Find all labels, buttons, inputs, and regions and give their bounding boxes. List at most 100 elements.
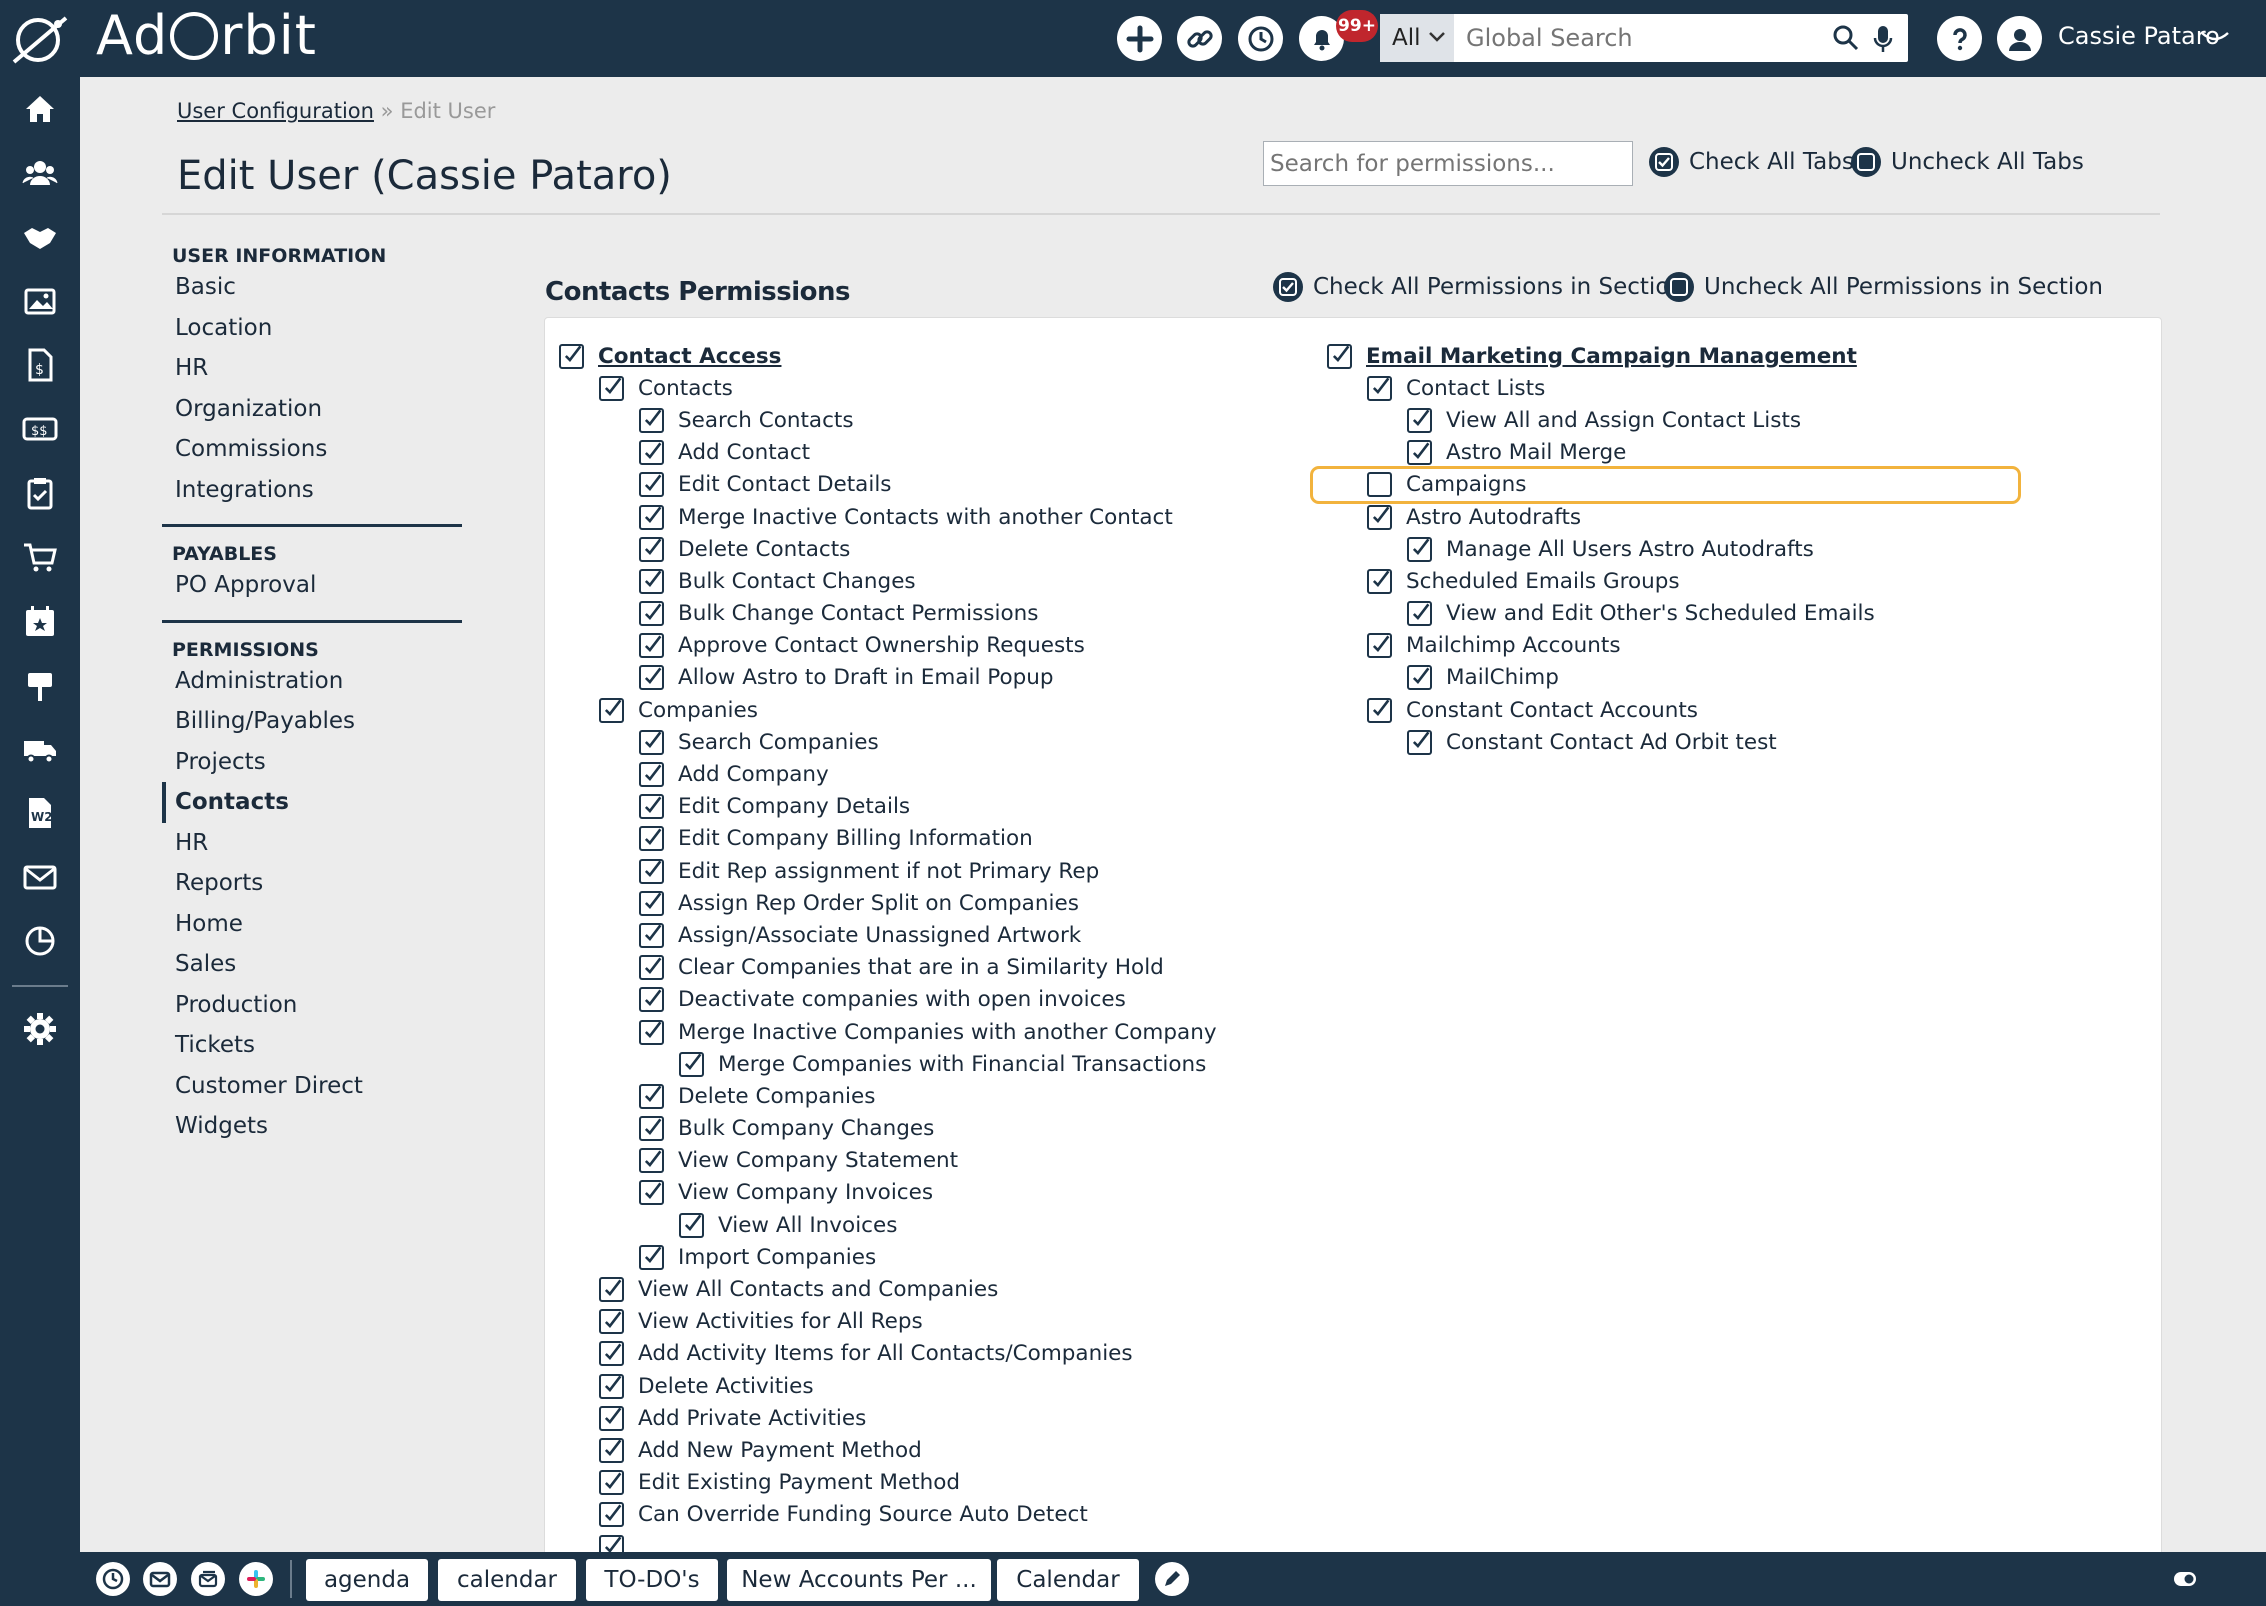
clipboard-icon[interactable] xyxy=(22,475,58,511)
permission-label[interactable]: Bulk Change Contact Permissions xyxy=(678,601,1038,626)
taskbar-tab-todos[interactable]: TO-DO's xyxy=(586,1559,718,1601)
permission-label[interactable]: Bulk Contact Changes xyxy=(678,569,916,594)
permission-label[interactable]: Merge Inactive Contacts with another Con… xyxy=(678,505,1173,530)
gear-icon[interactable] xyxy=(22,1011,58,1047)
permission-checkbox[interactable] xyxy=(599,1502,624,1528)
permission-label[interactable]: View and Edit Other's Scheduled Emails xyxy=(1446,601,1875,626)
permission-checkbox[interactable] xyxy=(1407,601,1432,627)
subnav-item-hr[interactable]: HR xyxy=(162,823,462,864)
w2-form-icon[interactable]: W2 xyxy=(22,795,58,831)
permission-checkbox[interactable] xyxy=(599,1470,624,1496)
permission-checkbox[interactable] xyxy=(639,922,664,948)
permission-checkbox[interactable] xyxy=(639,955,664,981)
permission-checkbox[interactable] xyxy=(599,375,624,401)
microphone-icon[interactable] xyxy=(1872,24,1894,54)
permission-label[interactable]: Add Company xyxy=(678,762,829,787)
permission-checkbox[interactable] xyxy=(1367,504,1392,530)
permission-label[interactable]: Allow Astro to Draft in Email Popup xyxy=(678,665,1054,690)
permission-checkbox[interactable] xyxy=(1367,568,1392,594)
permission-checkbox[interactable] xyxy=(1367,472,1392,498)
permission-label[interactable]: Edit Rep assignment if not Primary Rep xyxy=(678,859,1099,884)
subnav-item-location[interactable]: Location xyxy=(162,308,462,349)
permission-label[interactable]: Manage All Users Astro Autodrafts xyxy=(1446,537,1814,562)
user-name[interactable]: Cassie Pataro xyxy=(2058,22,2220,50)
permission-label[interactable]: Companies xyxy=(638,698,758,723)
permission-label[interactable]: Bulk Company Changes xyxy=(678,1116,934,1141)
permission-label[interactable]: Deactivate companies with open invoices xyxy=(678,987,1126,1012)
permission-label[interactable]: Delete Contacts xyxy=(678,537,850,562)
permission-checkbox[interactable] xyxy=(639,633,664,659)
permission-label[interactable]: Astro Autodrafts xyxy=(1406,505,1581,530)
taskbar-toggle-button[interactable] xyxy=(2168,1562,2202,1596)
subnav-item-customer-direct[interactable]: Customer Direct xyxy=(162,1066,462,1107)
permission-checkbox[interactable] xyxy=(1407,536,1432,562)
subnav-item-organization[interactable]: Organization xyxy=(162,389,462,430)
taskbar-tab-agenda[interactable]: agenda xyxy=(306,1559,428,1601)
permission-label[interactable]: Astro Mail Merge xyxy=(1446,440,1626,465)
permission-label[interactable]: Scheduled Emails Groups xyxy=(1406,569,1680,594)
search-icon[interactable] xyxy=(1832,24,1860,52)
permission-label[interactable]: Edit Company Billing Information xyxy=(678,826,1033,851)
permission-checkbox[interactable] xyxy=(1367,375,1392,401)
permission-label[interactable]: Add Private Activities xyxy=(638,1406,866,1431)
permission-label[interactable]: Merge Companies with Financial Transacti… xyxy=(718,1052,1206,1077)
mail-icon[interactable] xyxy=(22,859,58,895)
permission-label[interactable]: View All and Assign Contact Lists xyxy=(1446,408,1801,433)
permission-checkbox[interactable] xyxy=(1407,729,1432,755)
permission-label[interactable]: Campaigns xyxy=(1406,472,1526,497)
search-scope-select[interactable]: All xyxy=(1380,14,1454,62)
permission-checkbox[interactable] xyxy=(599,697,624,723)
permission-label[interactable]: View Company Statement xyxy=(678,1148,958,1173)
permission-checkbox[interactable] xyxy=(639,794,664,820)
contacts-icon[interactable] xyxy=(22,155,58,191)
permission-checkbox[interactable] xyxy=(599,1373,624,1399)
permission-label[interactable]: Search Contacts xyxy=(678,408,854,433)
permission-label[interactable]: Contact Access xyxy=(598,344,781,369)
permission-label[interactable]: Edit Contact Details xyxy=(678,472,892,497)
calendar-icon[interactable] xyxy=(22,603,58,639)
links-button[interactable] xyxy=(1177,16,1222,61)
user-avatar[interactable] xyxy=(1997,16,2042,61)
subnav-item-basic[interactable]: Basic xyxy=(162,267,462,308)
permission-checkbox[interactable] xyxy=(559,343,584,369)
taskbar-history-button[interactable] xyxy=(96,1562,130,1596)
permission-checkbox[interactable] xyxy=(639,729,664,755)
permission-label[interactable]: Constant Contact Accounts xyxy=(1406,698,1698,723)
check-all-tabs-button[interactable]: Check All Tabs xyxy=(1649,147,1854,177)
invoice-icon[interactable]: $ xyxy=(22,347,58,383)
subnav-item-administration[interactable]: Administration xyxy=(162,661,462,702)
subnav-item-sales[interactable]: Sales xyxy=(162,944,462,985)
permission-checkbox[interactable] xyxy=(599,1309,624,1335)
permission-checkbox[interactable] xyxy=(679,1212,704,1238)
permission-checkbox[interactable] xyxy=(679,1051,704,1077)
permission-checkbox[interactable] xyxy=(639,987,664,1013)
permission-label[interactable]: Mailchimp Accounts xyxy=(1406,633,1621,658)
permission-checkbox[interactable] xyxy=(639,1180,664,1206)
permission-checkbox[interactable] xyxy=(1367,697,1392,723)
permission-label[interactable]: Delete Activities xyxy=(638,1374,814,1399)
signpost-icon[interactable] xyxy=(22,667,58,703)
permission-label[interactable]: Import Companies xyxy=(678,1245,876,1270)
permission-label[interactable]: View Company Invoices xyxy=(678,1180,933,1205)
permission-checkbox[interactable] xyxy=(639,407,664,433)
taskbar-mail-button[interactable] xyxy=(143,1562,177,1596)
taskbar-tab-calendar[interactable]: calendar xyxy=(438,1559,576,1601)
permission-label[interactable]: Add New Payment Method xyxy=(638,1438,922,1463)
reports-icon[interactable] xyxy=(22,923,58,959)
permission-checkbox[interactable] xyxy=(639,890,664,916)
uncheck-all-tabs-button[interactable]: Uncheck All Tabs xyxy=(1851,147,2084,177)
subnav-item-tickets[interactable]: Tickets xyxy=(162,1025,462,1066)
permission-label[interactable]: Search Companies xyxy=(678,730,879,755)
permission-checkbox[interactable] xyxy=(639,1148,664,1174)
permission-label[interactable]: Assign Rep Order Split on Companies xyxy=(678,891,1079,916)
permission-checkbox[interactable] xyxy=(1407,440,1432,466)
breadcrumb-user-configuration[interactable]: User Configuration xyxy=(177,99,374,123)
subnav-item-po-approval[interactable]: PO Approval xyxy=(162,565,462,606)
permission-checkbox[interactable] xyxy=(639,440,664,466)
permission-checkbox[interactable] xyxy=(639,762,664,788)
permission-label[interactable]: Contact Lists xyxy=(1406,376,1545,401)
permission-checkbox[interactable] xyxy=(639,601,664,627)
chevron-down-icon[interactable] xyxy=(2200,30,2230,46)
permission-label[interactable]: View All Contacts and Companies xyxy=(638,1277,998,1302)
permission-checkbox[interactable] xyxy=(599,1437,624,1463)
